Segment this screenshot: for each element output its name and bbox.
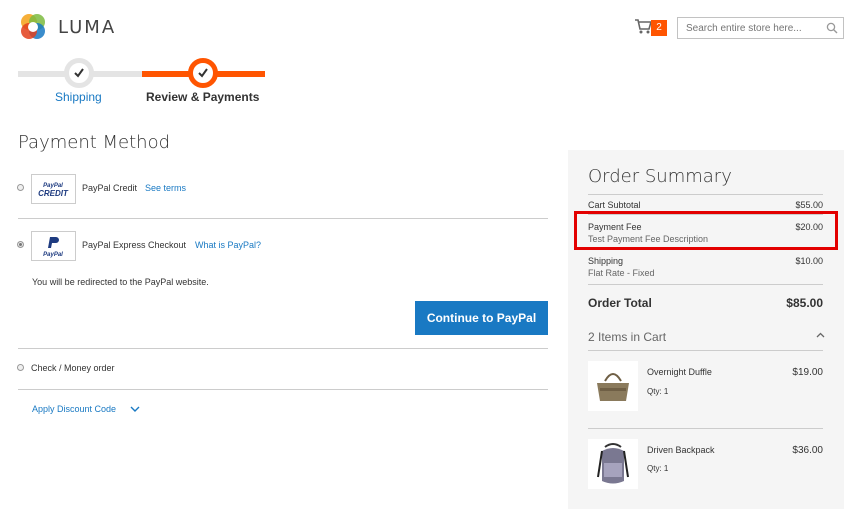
summary-divider bbox=[588, 194, 823, 195]
summary-divider bbox=[588, 350, 823, 351]
luma-logo[interactable]: LUMA bbox=[18, 12, 116, 42]
radio-paypal-express[interactable] bbox=[17, 241, 24, 248]
luma-logo-icon bbox=[18, 12, 48, 42]
summary-divider bbox=[588, 284, 823, 285]
chevron-up-icon[interactable] bbox=[816, 332, 825, 339]
divider bbox=[18, 218, 548, 219]
items-in-cart-toggle[interactable]: 2 Items in Cart bbox=[588, 330, 666, 344]
radio-paypal-credit[interactable] bbox=[17, 184, 24, 191]
payment-fee-highlight bbox=[574, 211, 838, 250]
chevron-down-icon[interactable] bbox=[130, 405, 140, 413]
check-money-order-label[interactable]: Check / Money order bbox=[31, 363, 115, 373]
radio-check-money-order[interactable] bbox=[17, 364, 24, 371]
continue-to-paypal-button[interactable]: Continue to PayPal bbox=[415, 301, 548, 335]
svg-text:PayPal: PayPal bbox=[43, 252, 63, 258]
search-icon[interactable] bbox=[826, 22, 838, 34]
check-icon bbox=[198, 68, 208, 78]
shipping-label: Shipping bbox=[588, 256, 624, 266]
svg-text:CREDIT: CREDIT bbox=[38, 189, 69, 198]
summary-divider bbox=[588, 428, 823, 429]
search-input[interactable] bbox=[677, 17, 844, 39]
cart-subtotal-label: Cart Subtotal bbox=[588, 200, 641, 210]
cart-icon[interactable] bbox=[634, 18, 652, 34]
step-shipping-link[interactable]: Shipping bbox=[55, 90, 102, 104]
order-total-row: Order Total $85.00 bbox=[588, 296, 823, 310]
what-is-paypal-link[interactable]: What is PayPal? bbox=[195, 240, 261, 250]
see-terms-link[interactable]: See terms bbox=[145, 183, 186, 193]
redirect-note: You will be redirected to the PayPal web… bbox=[32, 277, 209, 287]
cart-item-qty: Qty: 1 bbox=[647, 464, 669, 473]
cart-item-price: $19.00 bbox=[792, 367, 823, 378]
step-review-label: Review & Payments bbox=[146, 90, 260, 104]
order-total-label: Order Total bbox=[588, 296, 652, 310]
shipping-amount: $10.00 bbox=[795, 256, 823, 266]
divider bbox=[18, 348, 548, 349]
order-total-amount: $85.00 bbox=[786, 296, 823, 310]
logo-text: LUMA bbox=[58, 16, 117, 38]
overnight-duffle-image[interactable] bbox=[588, 361, 638, 411]
paypal-credit-logo: PayPal CREDIT bbox=[31, 174, 76, 204]
cart-item-name[interactable]: Driven Backpack bbox=[647, 445, 715, 455]
shipping-method: Flat Rate - Fixed bbox=[588, 268, 655, 278]
apply-discount-link[interactable]: Apply Discount Code bbox=[32, 404, 116, 414]
cart-count-badge[interactable]: 2 bbox=[651, 20, 667, 36]
driven-backpack-image[interactable] bbox=[588, 439, 638, 489]
step-review-indicator bbox=[188, 58, 218, 88]
check-icon bbox=[74, 68, 84, 78]
paypal-credit-label[interactable]: PayPal Credit bbox=[82, 183, 137, 193]
cart-subtotal-amount: $55.00 bbox=[795, 200, 823, 210]
cart-item-qty: Qty: 1 bbox=[647, 387, 669, 396]
cart-subtotal-row: Cart Subtotal $55.00 bbox=[588, 200, 823, 210]
cart-item-name[interactable]: Overnight Duffle bbox=[647, 367, 712, 377]
shipping-row: Shipping $10.00 bbox=[588, 256, 823, 266]
order-summary-panel: Order Summary Cart Subtotal $55.00 Payme… bbox=[568, 150, 844, 509]
paypal-logo: PayPal bbox=[31, 231, 76, 261]
cart-item-price: $36.00 bbox=[792, 445, 823, 456]
divider bbox=[18, 389, 548, 390]
step-shipping-indicator bbox=[64, 58, 94, 88]
order-summary-title: Order Summary bbox=[588, 166, 732, 187]
paypal-express-label[interactable]: PayPal Express Checkout bbox=[82, 240, 186, 250]
payment-method-title: Payment Method bbox=[18, 132, 171, 153]
